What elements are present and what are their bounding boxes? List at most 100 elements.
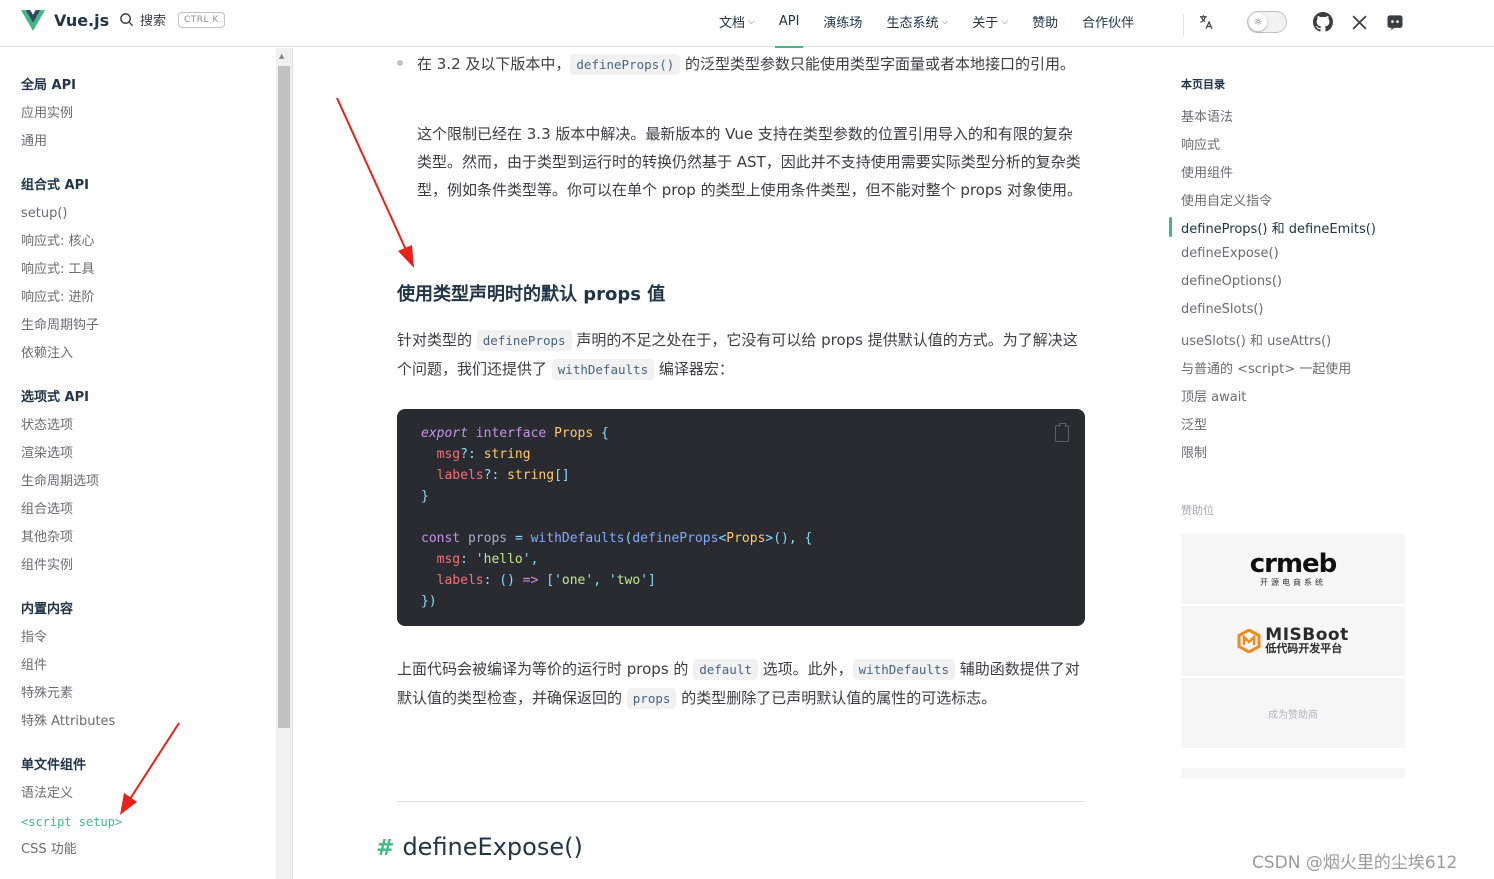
toc-item-defineslots[interactable]: defineSlots() (1181, 302, 1264, 317)
search-label: 搜索 (140, 14, 167, 29)
toc-item-useslots[interactable]: useSlots() 和 useAttrs() (1181, 330, 1331, 349)
code-content: export interface Props { msg?: string la… (421, 426, 813, 609)
search-icon (120, 13, 134, 27)
sidebar-item-reactivity-core[interactable]: 响应式: 核心 (21, 228, 99, 256)
toc-item-defineprops[interactable]: defineProps() 和 defineEmits() (1181, 218, 1376, 237)
toc-item-using-components[interactable]: 使用组件 (1181, 162, 1233, 181)
nav-docs-label: 文档 (719, 16, 746, 31)
sidebar-item-setup[interactable]: setup() (21, 200, 99, 228)
misboot-logo-icon (1237, 629, 1261, 653)
section-divider (397, 801, 1085, 802)
inline-code: defineProps() (570, 54, 681, 75)
section-heading[interactable]: 使用类型声明时的默认 props 值 (397, 280, 665, 306)
copy-icon[interactable] (1055, 423, 1069, 442)
inline-code: defineProps (476, 330, 572, 351)
inline-code: withDefaults (852, 659, 955, 680)
define-expose-heading[interactable]: # defineExpose() (376, 833, 583, 861)
toc-item-generics[interactable]: 泛型 (1181, 414, 1207, 433)
nav-docs[interactable]: 文档 ⌵ (719, 12, 767, 31)
sidebar-item-components[interactable]: 组件 (21, 652, 115, 680)
nav-partners[interactable]: 合作伙伴 (1070, 12, 1146, 31)
limitation-bullet: 在 3.2 及以下版本中， defineProps() 的泛型类型参数只能使用类型… (397, 54, 1085, 79)
toc-title: 本页目录 (1181, 78, 1225, 91)
sidebar-border (292, 48, 293, 879)
text-run: 上面代码会被编译为等价的运行时 props 的 (397, 660, 694, 678)
sidebar-group-built-ins: 内置内容 指令 组件 特殊元素 特殊 Attributes (21, 596, 115, 736)
sidebar-item-reactivity-advanced[interactable]: 响应式: 进阶 (21, 284, 99, 312)
crmeb-logo: crmeb 开源电商系统 (1249, 548, 1338, 588)
anchor-hash-link[interactable]: # (376, 836, 394, 861)
toc-item-defineoptions[interactable]: defineOptions() (1181, 274, 1282, 289)
main-nav: 文档 ⌵ API 演练场 生态系统 ⌵ 关于 ⌵ 赞助 合作伙伴 (719, 12, 1146, 48)
toc-item-defineexpose[interactable]: defineExpose() (1181, 246, 1279, 261)
limitation-paragraph: 这个限制已经在 3.3 版本中解决。最新版本的 Vue 支持在类型参数的位置引用… (417, 125, 1083, 199)
theme-toggle[interactable]: ☼ (1247, 11, 1287, 33)
github-icon[interactable] (1313, 12, 1333, 32)
sidebar-group-title: 单文件组件 (21, 758, 87, 773)
toc-item-custom-directives[interactable]: 使用自定义指令 (1181, 190, 1272, 209)
sidebar-item-special-attributes[interactable]: 特殊 Attributes (21, 708, 115, 736)
become-sponsor-link[interactable]: 成为赞助商 (1181, 678, 1405, 748)
sponsor-slot-partial (1181, 768, 1405, 778)
toc-active-marker (1169, 217, 1172, 237)
nav-about-label: 关于 (972, 16, 999, 31)
sponsor-label: 赞助位 (1181, 504, 1214, 517)
sidebar-item-state-options[interactable]: 状态选项 (21, 412, 99, 440)
sponsor-misboot[interactable]: MISBoot 低代码开发平台 (1181, 606, 1405, 676)
sidebar-item-lifecycle-options[interactable]: 生命周期选项 (21, 468, 99, 496)
text-run: 在 3.2 及以下版本中， (417, 55, 571, 73)
chevron-down-icon: ⌵ (748, 16, 755, 27)
sidebar-item-directives[interactable]: 指令 (21, 624, 115, 652)
discord-icon[interactable] (1385, 12, 1405, 32)
nav-partners-label: 合作伙伴 (1082, 16, 1135, 31)
text-run: 的类型删除了已声明默认值的属性的可选标志。 (676, 689, 997, 707)
nav-divider (1183, 14, 1184, 36)
x-twitter-icon[interactable] (1349, 12, 1369, 32)
top-navbar: Vue.js 搜索 CTRL K 文档 ⌵ API 演练场 生态系统 ⌵ 关于 ⌵ 赞… (0, 0, 1494, 48)
inline-code: props (626, 688, 677, 709)
intro-paragraph: 针对类型的 defineProps 声明的不足之处在于，它没有可以给 props… (397, 326, 1085, 384)
csdn-watermark: CSDN @烟火里的尘埃612 (1252, 853, 1458, 873)
site-title: Vue.js (54, 11, 110, 30)
nav-api[interactable]: API (767, 12, 812, 48)
toc-item-basic-syntax[interactable]: 基本语法 (1181, 106, 1233, 125)
crmeb-logo-text: crmeb (1249, 548, 1338, 579)
translate-icon[interactable] (1196, 12, 1216, 32)
sidebar-group-composition-api: 组合式 API setup() 响应式: 核心 响应式: 工具 响应式: 进阶 … (21, 172, 99, 368)
sidebar-item-syntax-spec[interactable]: 语法定义 (21, 780, 122, 808)
nav-playground[interactable]: 演练场 (811, 12, 874, 31)
sponsor-crmeb[interactable]: crmeb 开源电商系统 (1181, 534, 1405, 604)
sidebar-item-general[interactable]: 通用 (21, 128, 76, 156)
sidebar-group-title: 内置内容 (21, 602, 74, 617)
home-logo-link[interactable]: Vue.js (21, 10, 109, 31)
sidebar-item-composition-options[interactable]: 组合选项 (21, 496, 99, 524)
toc-item-reactivity[interactable]: 响应式 (1181, 134, 1220, 153)
nav-ecosystem[interactable]: 生态系统 ⌵ (874, 12, 960, 31)
scroll-up-arrow-icon[interactable]: ▲ (279, 52, 284, 60)
sidebar-scrollbar-thumb[interactable] (278, 66, 290, 728)
nav-sponsor[interactable]: 赞助 (1020, 12, 1070, 31)
compile-paragraph: 上面代码会被编译为等价的运行时 props 的 default 选项。此外， wi… (397, 655, 1085, 713)
sidebar-item-rendering-options[interactable]: 渲染选项 (21, 440, 99, 468)
sidebar-item-component-instance[interactable]: 组件实例 (21, 552, 99, 580)
sidebar-item-special-elements[interactable]: 特殊元素 (21, 680, 115, 708)
misboot-logo: MISBoot 低代码开发平台 (1237, 627, 1348, 655)
toc-item-restrictions[interactable]: 限制 (1181, 442, 1207, 461)
nav-about[interactable]: 关于 ⌵ (960, 12, 1020, 31)
sidebar-item-reactivity-utilities[interactable]: 响应式: 工具 (21, 256, 99, 284)
toc-item-top-level-await[interactable]: 顶层 await (1181, 386, 1246, 405)
sidebar-item-app-instance[interactable]: 应用实例 (21, 100, 76, 128)
sidebar-item-misc[interactable]: 其他杂项 (21, 524, 99, 552)
code-block[interactable]: export interface Props { msg?: string la… (397, 409, 1085, 626)
search-button[interactable]: 搜索 CTRL K (119, 10, 225, 29)
sidebar-item-dependency-injection[interactable]: 依赖注入 (21, 340, 99, 368)
sidebar-item-css-features[interactable]: CSS 功能 (21, 836, 122, 864)
toc-item-normal-script[interactable]: 与普通的 <script> 一起使用 (1181, 358, 1351, 377)
sidebar-item-script-setup[interactable]: <script setup> (21, 808, 122, 836)
nav-ecosystem-label: 生态系统 (886, 16, 939, 31)
crmeb-logo-subtitle: 开源电商系统 (1259, 577, 1326, 587)
bullet-text: 在 3.2 及以下版本中， defineProps() 的泛型类型参数只能使用类型… (417, 50, 1085, 79)
search-shortcut-badge: CTRL K (178, 11, 225, 28)
sidebar-item-lifecycle-hooks[interactable]: 生命周期钩子 (21, 312, 99, 340)
sidebar-group-options-api: 选项式 API 状态选项 渲染选项 生命周期选项 组合选项 其他杂项 组件实例 (21, 384, 99, 580)
